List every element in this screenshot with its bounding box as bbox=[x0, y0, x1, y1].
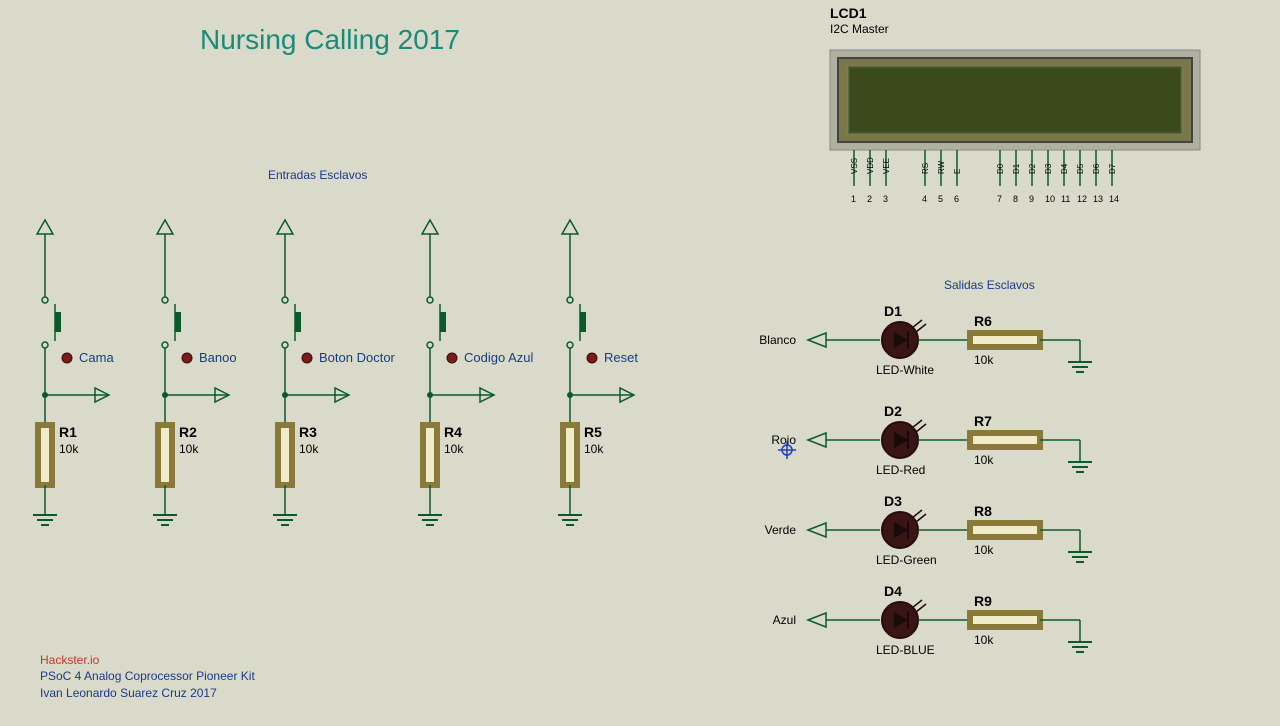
input-column: Codigo Azul R4 10k bbox=[418, 220, 533, 525]
resistor-ref: R1 bbox=[59, 424, 77, 440]
input-label: Boton Doctor bbox=[319, 350, 396, 365]
button-indicator[interactable] bbox=[62, 353, 72, 363]
input-column: Banoo R2 10k bbox=[153, 220, 237, 525]
lcd-pin-number: 2 bbox=[867, 194, 872, 204]
inputs-group: CamaR110kBanooR210kBoton DoctorR310kCodi… bbox=[33, 220, 638, 525]
resistor-ref: R9 bbox=[974, 593, 992, 609]
resistor-ref: R7 bbox=[974, 413, 992, 429]
resistor-value: 10k bbox=[974, 633, 994, 647]
led-ref: D4 bbox=[884, 583, 902, 599]
resistor-value: 10k bbox=[444, 442, 464, 456]
lcd-pin-number: 3 bbox=[883, 194, 888, 204]
net-label: Azul bbox=[773, 613, 796, 627]
lcd-pin-number: 6 bbox=[954, 194, 959, 204]
resistor-value: 10k bbox=[179, 442, 199, 456]
lcd-pin-number: 5 bbox=[938, 194, 943, 204]
lcd-pin-number: 4 bbox=[922, 194, 927, 204]
output-row: Verde D3 LED-Green R8 10k bbox=[765, 493, 1092, 567]
lcd-pin-label: D7 bbox=[1108, 163, 1117, 174]
led-name: LED-Red bbox=[876, 463, 925, 477]
schematic-canvas: LCD1 I2C Master VSS 1 VDD 2 VEE 3 RS 4 RW 5 E 6 D0 7 D… bbox=[0, 0, 1280, 726]
lcd-type: I2C Master bbox=[830, 22, 889, 36]
lcd-component: LCD1 I2C Master VSS 1 VDD 2 VEE 3 RS 4 RW 5 E 6 D0 7 D… bbox=[830, 5, 1200, 204]
led-name: LED-White bbox=[876, 363, 934, 377]
lcd-pin-number: 13 bbox=[1093, 194, 1103, 204]
output-row: Blanco D1 LED-White R6 10k bbox=[759, 303, 1092, 377]
lcd-pin-label: D4 bbox=[1060, 163, 1069, 174]
resistor-ref: R2 bbox=[179, 424, 197, 440]
resistor-ref: R4 bbox=[444, 424, 462, 440]
lcd-pin-label: D0 bbox=[996, 163, 1005, 174]
output-row: Azul D4 LED-BLUE R9 10k bbox=[773, 583, 1092, 657]
lcd-pin-label: D2 bbox=[1028, 163, 1037, 174]
led-name: LED-Green bbox=[876, 553, 937, 567]
lcd-pin-label: RW bbox=[937, 160, 946, 174]
lcd-pin-label: VDD bbox=[866, 157, 875, 174]
resistor-value: 10k bbox=[974, 543, 994, 557]
button-indicator[interactable] bbox=[587, 353, 597, 363]
lcd-pin-label: D5 bbox=[1076, 163, 1085, 174]
resistor-ref: R5 bbox=[584, 424, 602, 440]
resistor-ref: R3 bbox=[299, 424, 317, 440]
led-ref: D2 bbox=[884, 403, 902, 419]
lcd-pin-number: 12 bbox=[1077, 194, 1087, 204]
input-column: Boton Doctor R3 10k bbox=[273, 220, 396, 525]
lcd-pin-number: 11 bbox=[1061, 194, 1070, 204]
resistor-value: 10k bbox=[299, 442, 319, 456]
input-label: Cama bbox=[79, 350, 114, 365]
resistor-ref: R8 bbox=[974, 503, 992, 519]
button-indicator[interactable] bbox=[182, 353, 192, 363]
button-indicator[interactable] bbox=[447, 353, 457, 363]
net-label: Rojo bbox=[771, 433, 796, 447]
resistor-value: 10k bbox=[59, 442, 79, 456]
resistor-ref: R6 bbox=[974, 313, 992, 329]
lcd-pin-label: VSS bbox=[850, 158, 859, 174]
lcd-pin-number: 8 bbox=[1013, 194, 1018, 204]
lcd-pin-number: 14 bbox=[1109, 194, 1119, 204]
led-ref: D1 bbox=[884, 303, 902, 319]
input-label: Reset bbox=[604, 350, 638, 365]
lcd-pin-number: 9 bbox=[1029, 194, 1034, 204]
resistor-value: 10k bbox=[974, 453, 994, 467]
lcd-pin-label: D6 bbox=[1092, 163, 1101, 174]
lcd-pin-number: 10 bbox=[1045, 194, 1055, 204]
input-label: Banoo bbox=[199, 350, 237, 365]
lcd-pin-number: 7 bbox=[997, 194, 1002, 204]
lcd-pin-label: RS bbox=[921, 163, 930, 174]
net-label: Verde bbox=[765, 523, 797, 537]
lcd-pin-label: E bbox=[953, 169, 962, 174]
output-row: Rojo D2 LED-Red R7 10k bbox=[771, 403, 1092, 477]
button-indicator[interactable] bbox=[302, 353, 312, 363]
outputs-group: Blanco D1 LED-White R6 10k Rojo D2 LED-Red R7 10k… bbox=[759, 303, 1092, 657]
input-column: Cama R1 10k bbox=[33, 220, 114, 525]
net-label: Blanco bbox=[759, 333, 796, 347]
resistor-value: 10k bbox=[584, 442, 604, 456]
lcd-pin-label: VEE bbox=[882, 158, 891, 174]
led-name: LED-BLUE bbox=[876, 643, 935, 657]
lcd-pin-number: 1 bbox=[851, 194, 856, 204]
input-column: Reset R5 10k bbox=[558, 220, 638, 525]
lcd-pin-label: D1 bbox=[1012, 163, 1021, 174]
lcd-pin-label: D3 bbox=[1044, 163, 1053, 174]
resistor-value: 10k bbox=[974, 353, 994, 367]
lcd-ref: LCD1 bbox=[830, 5, 867, 21]
led-ref: D3 bbox=[884, 493, 902, 509]
input-label: Codigo Azul bbox=[464, 350, 533, 365]
